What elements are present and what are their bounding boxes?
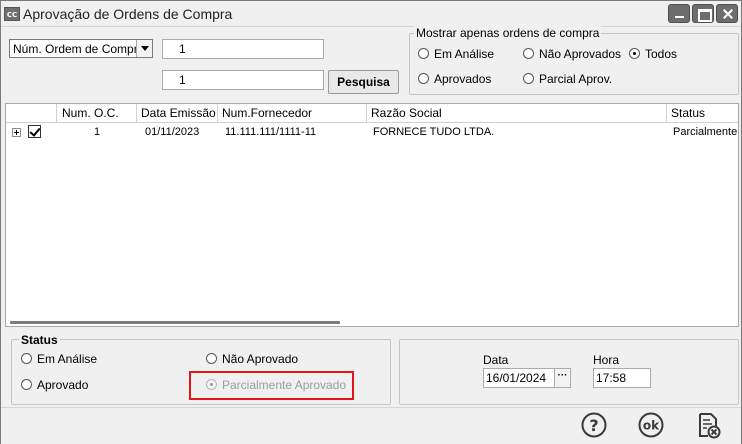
search-button[interactable]: Pesquisa [328,70,399,94]
radio-icon [418,73,429,84]
help-icon-glyph: ? [589,416,598,435]
filter-radio-label: Todos [645,47,678,61]
search-from-input[interactable]: 1 [162,39,324,59]
ok-icon[interactable]: ok [637,411,665,439]
main-window: CC Aprovação de Ordens de Compra Núm. Or… [0,0,742,444]
maximize-button[interactable] [692,4,714,23]
column-header-select[interactable] [6,104,57,123]
date-label: Data [483,353,509,367]
title-bar: CC Aprovação de Ordens de Compra [1,1,741,27]
filter-legend: Mostrar apenas ordens de compra [414,26,602,40]
column-header-status[interactable]: Status [667,104,738,123]
cell-num-oc: 1 [93,126,101,138]
status-radio-label: Aprovado [37,378,89,392]
window-title: Aprovação de Ordens de Compra [23,6,233,22]
cell-razao-social: FORNECE TUDO LTDA. [373,126,495,138]
filter-radio-label: Aprovados [434,72,492,86]
chevron-down-icon[interactable] [136,40,152,57]
filter-radio-label: Em Análise [434,47,495,61]
status-title: Status [19,333,60,347]
column-header-razao-social[interactable]: Razão Social [367,104,667,123]
cell-num-fornecedor: 11.111.111/1111-11 [225,126,317,138]
cell-data-emissao: 01/11/2023 [145,126,200,138]
cell-status: Parcialmente A [673,126,738,138]
search-to-input[interactable]: 1 [162,70,324,90]
orders-grid[interactable]: Num. O.C. Data Emissão Num.Fornecedor Ra… [5,103,739,327]
exit-document-icon[interactable] [694,411,722,439]
search-field-select-value: Núm. Ordem de Compra [13,42,145,56]
grid-header: Num. O.C. Data Emissão Num.Fornecedor Ra… [6,104,738,123]
radio-icon [523,73,534,84]
radio-icon [418,48,429,59]
highlight-box [189,371,354,400]
radio-icon [21,353,32,364]
table-row[interactable]: 1 01/11/2023 11.111.111/1111-11 FORNECE … [6,124,738,140]
column-header-num-oc[interactable]: Num. O.C. [57,104,137,123]
time-label: Hora [593,353,620,367]
time-input[interactable]: 17:58 [593,368,651,388]
status-radio-label: Em Análise [37,352,98,366]
date-picker-button[interactable]: ··· [554,369,570,387]
app-icon[interactable]: CC [4,7,20,21]
ok-icon-text: ok [643,419,660,433]
radio-icon [21,379,32,390]
filter-radio-label: Parcial Aprov. [539,72,613,86]
radio-icon [523,48,534,59]
expand-plus-icon[interactable] [12,128,21,137]
column-header-data-emissao[interactable]: Data Emissão [137,104,218,123]
search-field-select[interactable]: Núm. Ordem de Compra [9,39,153,58]
close-button[interactable] [716,4,738,23]
date-value: 16/01/2024 [486,371,547,385]
help-icon[interactable]: ? [580,411,608,439]
status-radio-label: Não Aprovado [222,352,299,366]
row-checkbox[interactable] [28,125,41,138]
date-input[interactable]: 16/01/2024 ··· [483,368,571,388]
radio-selected-icon [629,48,640,59]
radio-icon [206,353,217,364]
filter-radio-label: Não Aprovados [539,47,622,61]
column-header-num-fornecedor[interactable]: Num.Fornecedor [218,104,367,123]
horizontal-scrollbar[interactable] [10,321,340,324]
footer-bar [1,407,741,444]
minimize-button[interactable] [668,4,690,23]
